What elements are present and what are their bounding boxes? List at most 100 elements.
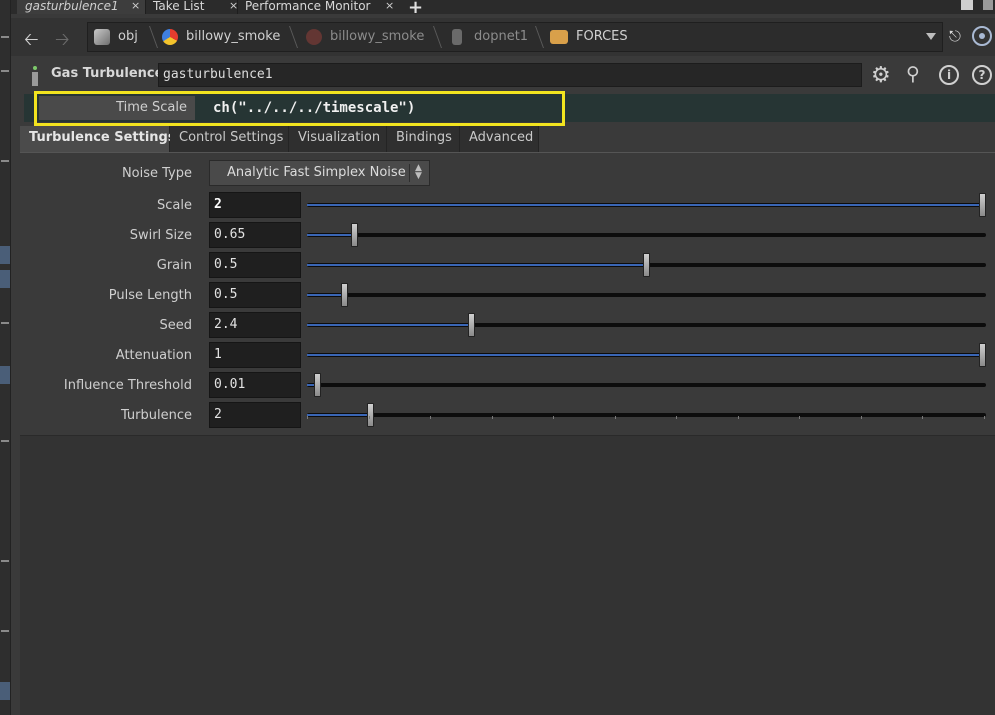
add-tab-icon[interactable]: + [408,0,423,18]
seed-field[interactable]: 2.4 [209,312,301,338]
tab-performance-monitor[interactable]: Performance Monitor × [237,0,395,14]
tab-visualization[interactable]: Visualization [289,126,387,152]
toolbar-active-tool[interactable] [0,246,10,264]
scale-slider[interactable] [307,193,986,217]
toolbar-marker [1,440,9,442]
breadcrumb-dopnet1[interactable]: dopnet1 [474,23,528,51]
toolbar-active-tool[interactable] [0,366,10,384]
help-icon[interactable]: ? [972,65,992,85]
breadcrumb-separator [525,26,545,48]
link-target-icon[interactable] [972,26,992,46]
turbulence-field[interactable]: 2 [209,402,301,428]
breadcrumb-separator [139,26,159,48]
toolbar-marker [1,630,9,632]
obj-network-icon [94,29,110,45]
swirl-size-slider[interactable] [307,223,986,247]
seed-slider[interactable] [307,313,986,337]
gear-icon[interactable]: ⚙ [871,63,891,88]
noise-type-dropdown[interactable]: Analytic Fast Simplex Noise ▲ ▼ [209,160,430,186]
toolbar-active-tool[interactable] [0,682,10,700]
search-icon[interactable]: ⚲ [906,63,920,85]
forward-arrow-icon[interactable]: 🡢 [55,27,70,57]
info-icon[interactable]: i [939,65,959,85]
gas-turbulence-node-icon [31,66,39,86]
tab-control-settings[interactable]: Control Settings [170,126,289,152]
turbulence-label: Turbulence [120,408,192,423]
folder-icon [550,30,568,44]
influence-threshold-label: Influence Threshold [63,378,192,393]
grain-field[interactable]: 0.5 [209,252,301,278]
attenuation-slider[interactable] [307,343,986,367]
tab-gasturbulence1[interactable]: gasturbulence1 × [17,0,145,14]
tab-advanced[interactable]: Advanced [460,126,539,152]
toolbar-marker [1,322,9,324]
grain-label: Grain [156,258,192,273]
noise-type-value: Analytic Fast Simplex Noise [227,165,406,180]
breadcrumb-billowy-smoke[interactable]: billowy_smoke [186,23,280,51]
breadcrumb-separator [423,26,443,48]
toolbar-marker [1,160,9,162]
tab-label: gasturbulence1 [25,0,119,13]
param-label-wrap: Pulse Length [24,282,192,308]
param-label-wrap: Attenuation [24,342,192,368]
dopnet-icon [452,29,462,45]
param-label-wrap: Turbulence [24,402,192,428]
slider-handle[interactable] [351,223,358,247]
pin-icon[interactable]: ⎋ [949,27,961,45]
toolbar-marker [1,560,9,562]
network-path-breadcrumb: obj billowy_smoke billowy_smoke dopnet1 … [87,22,943,52]
slider-handle[interactable] [367,403,374,427]
dop-network-icon [306,29,322,45]
maximize-pane-icon[interactable] [961,0,973,10]
swirl-size-field[interactable]: 0.65 [209,222,301,248]
toolbar-marker [1,70,9,72]
slider-fill [307,264,645,266]
close-icon[interactable]: × [385,0,394,12]
slider-handle[interactable] [341,283,348,307]
influence-threshold-field[interactable]: 0.01 [209,372,301,398]
tab-label: Performance Monitor [245,0,371,13]
node-type-label: Gas Turbulence [51,66,164,81]
highlight-box [34,91,565,126]
breadcrumb-separator [279,26,299,48]
pane-tab-bar: gasturbulence1 × Take List × Performance… [11,0,995,18]
influence-threshold-slider[interactable] [307,373,986,397]
tab-turbulence-settings[interactable]: Turbulence Settings [20,126,176,152]
close-icon[interactable]: × [131,0,140,12]
swirl-size-label: Swirl Size [129,228,192,243]
dropdown-divider [409,164,410,182]
slider-ruler-ticks [307,416,986,420]
node-header: Gas Turbulence gasturbulence1 ⚙ ⚲ i ? [11,60,995,90]
grain-slider[interactable] [307,253,986,277]
param-label-wrap: Grain [24,252,192,278]
pulse-length-label: Pulse Length [108,288,192,303]
back-arrow-icon[interactable]: 🡠 [24,27,39,57]
slider-fill [307,204,981,206]
node-name-field[interactable]: gasturbulence1 [158,63,862,87]
slider-handle[interactable] [979,193,986,217]
chevron-down-icon[interactable] [926,33,936,40]
scale-field[interactable]: 2 [209,192,301,218]
slider-fill [307,294,343,296]
slider-handle[interactable] [979,343,986,367]
breadcrumb-billowy-smoke-dop[interactable]: billowy_smoke [330,23,424,51]
slider-handle[interactable] [468,313,475,337]
attenuation-field[interactable]: 1 [209,342,301,368]
tab-label: Take List [153,0,205,13]
pane-menu-icon[interactable] [983,0,993,10]
tab-take-list[interactable]: Take List × [145,0,238,14]
slider-fill [307,234,353,236]
slider-handle[interactable] [643,253,650,277]
path-bar: 🡠 🡢 obj billowy_smoke billowy_smoke dopn… [11,18,995,56]
breadcrumb-obj[interactable]: obj [118,23,138,51]
tab-bindings[interactable]: Bindings [387,126,460,152]
param-label-wrap: Swirl Size [24,222,192,248]
attenuation-label: Attenuation [115,348,192,363]
pulse-length-slider[interactable] [307,283,986,307]
noise-type-label-wrap: Noise Type [24,161,192,187]
toolbar-active-tool[interactable] [0,270,10,288]
left-toolbar-strip [0,0,11,715]
breadcrumb-forces[interactable]: FORCES [576,23,628,51]
pulse-length-field[interactable]: 0.5 [209,282,301,308]
slider-handle[interactable] [314,373,321,397]
